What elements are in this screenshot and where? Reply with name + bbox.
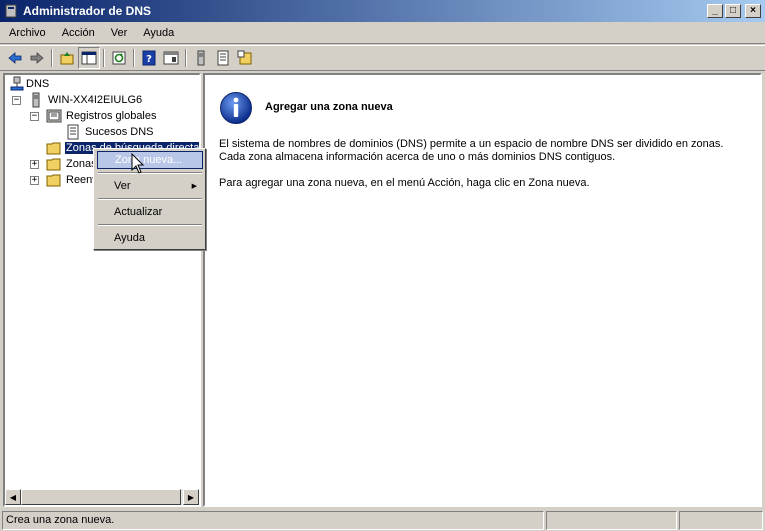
close-icon: ×	[750, 5, 756, 16]
server-icon	[197, 50, 205, 66]
tree-node-dns-events[interactable]: Sucesos DNS	[65, 124, 154, 140]
menu-item-view[interactable]: Ver ▶	[97, 177, 203, 195]
expand-toggle[interactable]: +	[30, 160, 39, 169]
menu-bar: Archivo Acción Ver Ayuda	[0, 22, 765, 44]
scroll-right-button[interactable]: ▶	[183, 489, 199, 505]
refresh-icon	[112, 51, 126, 65]
dns-app-icon	[5, 4, 17, 18]
up-folder-icon	[60, 52, 74, 65]
list-button[interactable]	[212, 47, 234, 69]
tree-node-global-logs[interactable]: Registros globales	[46, 108, 158, 124]
properties-icon	[163, 51, 179, 65]
show-hide-tree-button[interactable]	[78, 47, 100, 69]
status-text: Crea una zona nueva.	[2, 510, 544, 530]
status-panel	[546, 510, 677, 530]
menu-item-label: Actualizar	[114, 206, 163, 218]
minimize-button[interactable]: _	[707, 4, 723, 18]
submenu-arrow-icon: ▶	[191, 183, 197, 190]
tree-node-dns[interactable]: DNS	[9, 76, 50, 92]
folder-icon	[46, 174, 61, 187]
menu-archivo[interactable]: Archivo	[2, 27, 53, 39]
context-menu: Zona nueva... Ver ▶ Actualizar Ayuda	[93, 148, 206, 250]
title-bar: Administrador de DNS _ □ ×	[0, 0, 765, 22]
tree-pane: DNS − WIN-XX4I2EIULG6 − Registros global…	[3, 73, 201, 507]
server-button[interactable]	[190, 47, 212, 69]
menu-item-new-zone[interactable]: Zona nueva...	[97, 151, 203, 169]
help-button[interactable]: ?	[138, 47, 160, 69]
folder-icon	[46, 142, 61, 155]
menu-separator	[98, 172, 202, 174]
up-button[interactable]	[56, 47, 78, 69]
console-tree: DNS − WIN-XX4I2EIULG6 − Registros global…	[5, 75, 199, 489]
tree-label: Registros globales	[66, 110, 157, 122]
tree-label: Sucesos DNS	[85, 126, 154, 138]
toolbar-separator	[185, 49, 187, 67]
arrow-right-icon: ▶	[187, 492, 195, 502]
toolbar-separator	[51, 49, 53, 67]
description-line: El sistema de nombres de dominios (DNS) …	[219, 138, 724, 150]
maximize-button[interactable]: □	[725, 4, 741, 18]
show-hide-tree-icon	[81, 51, 97, 65]
info-icon	[220, 92, 252, 124]
refresh-button[interactable]	[108, 47, 130, 69]
help-icon: ?	[142, 50, 156, 66]
collapse-toggle[interactable]: −	[12, 96, 21, 105]
menu-item-refresh[interactable]: Actualizar	[97, 203, 203, 221]
tree-label: WIN-XX4I2EIULG6	[48, 94, 143, 106]
dns-root-icon	[10, 76, 24, 91]
description-line: Cada zona almacena información acerca de…	[219, 151, 616, 163]
expand-toggle[interactable]: +	[30, 176, 39, 185]
menu-accion[interactable]: Acción	[55, 27, 102, 39]
menu-item-label: Ver	[114, 180, 131, 192]
forward-button[interactable]	[26, 47, 48, 69]
new-zone-button[interactable]	[234, 47, 256, 69]
toolbar-separator	[103, 49, 105, 67]
minimize-icon: _	[712, 5, 718, 16]
menu-item-help[interactable]: Ayuda	[97, 229, 203, 247]
close-button[interactable]: ×	[745, 4, 761, 18]
arrow-left-icon: ◀	[9, 492, 17, 502]
maximize-icon: □	[729, 5, 737, 16]
horizontal-scrollbar[interactable]: ◀ ▶	[5, 489, 199, 505]
menu-separator	[98, 198, 202, 200]
status-panel	[679, 510, 763, 530]
back-icon	[8, 52, 22, 64]
menu-ver[interactable]: Ver	[104, 27, 135, 39]
scroll-left-button[interactable]: ◀	[5, 489, 21, 505]
new-zone-icon	[237, 50, 252, 65]
tree-node-server[interactable]: WIN-XX4I2EIULG6	[28, 92, 143, 108]
page-heading: Agregar una zona nueva	[265, 101, 393, 113]
list-icon	[217, 50, 229, 66]
menu-ayuda[interactable]: Ayuda	[136, 27, 181, 39]
properties-button[interactable]	[160, 47, 182, 69]
server-icon	[32, 92, 40, 108]
toolbar: ?	[0, 45, 765, 71]
svg-text:?: ?	[146, 54, 152, 65]
folder-icon	[46, 158, 61, 171]
tree-label: DNS	[26, 78, 50, 90]
window-title: Administrador de DNS	[23, 4, 152, 18]
event-log-folder-icon	[46, 109, 62, 123]
event-log-icon	[67, 124, 79, 140]
status-bar: Crea una zona nueva.	[0, 509, 765, 531]
menu-separator	[98, 224, 202, 226]
collapse-toggle[interactable]: −	[30, 112, 39, 121]
menu-item-label: Ayuda	[114, 232, 145, 244]
description-text: El sistema de nombres de dominios (DNS) …	[219, 138, 749, 164]
back-button[interactable]	[4, 47, 26, 69]
forward-icon	[30, 52, 44, 64]
result-pane: Agregar una zona nueva El sistema de nom…	[203, 73, 762, 507]
menu-item-label: Zona nueva...	[115, 154, 183, 166]
mouse-cursor-icon	[131, 153, 145, 174]
scroll-thumb[interactable]	[21, 489, 181, 505]
instruction-text: Para agregar una zona nueva, en el menú …	[219, 177, 590, 189]
toolbar-separator	[133, 49, 135, 67]
